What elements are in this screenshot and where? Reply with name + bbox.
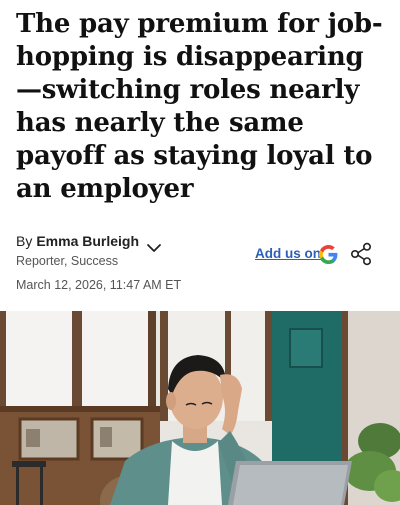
byline-prefix: By bbox=[16, 233, 33, 249]
add-us-link[interactable]: Add us on bbox=[255, 246, 321, 261]
share-icon[interactable] bbox=[350, 242, 372, 266]
author-title: Reporter, Success bbox=[16, 254, 119, 268]
hero-image bbox=[0, 311, 400, 505]
byline: By Emma Burleigh bbox=[16, 233, 139, 249]
article-headline: The pay premium for job-hopping is disap… bbox=[16, 9, 383, 204]
author-name[interactable]: Emma Burleigh bbox=[36, 233, 139, 249]
man-at-laptop-photo bbox=[0, 311, 400, 505]
chevron-down-icon[interactable] bbox=[146, 240, 162, 256]
google-logo-icon[interactable] bbox=[319, 245, 338, 264]
publish-date: March 12, 2026, 11:47 AM ET bbox=[16, 278, 182, 292]
